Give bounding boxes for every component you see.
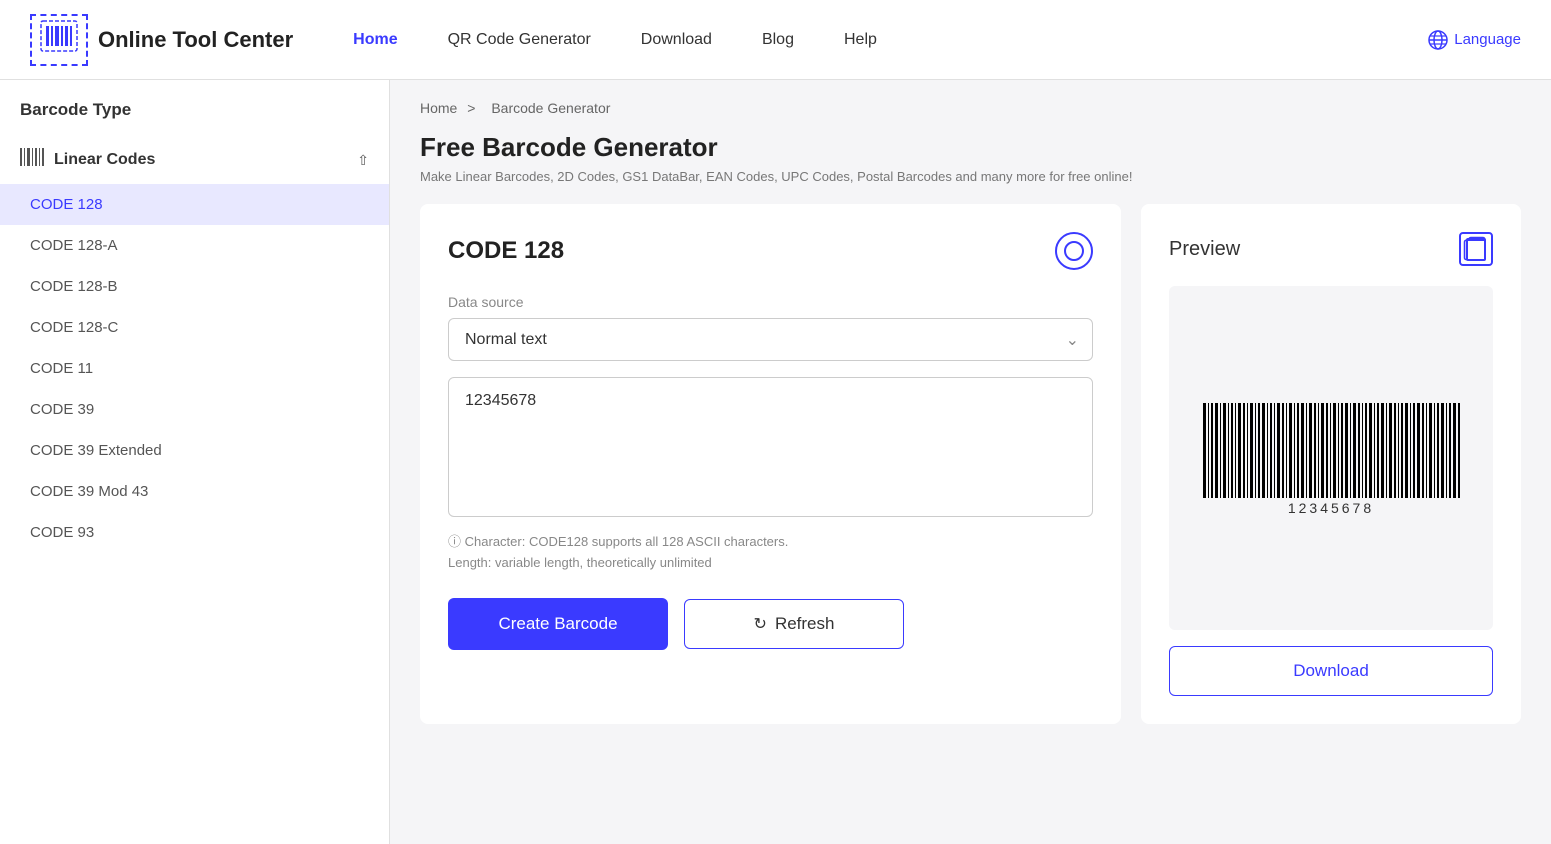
hint-text: ⓘ Character: CODE128 supports all 128 AS…	[448, 532, 1093, 574]
hint-content: Character: CODE128 supports all 128 ASCI…	[448, 534, 788, 570]
barcode-svg: 12345678	[1201, 403, 1461, 513]
refresh-icon: ↻	[754, 614, 767, 634]
globe-icon	[1428, 30, 1448, 50]
sidebar-item-code39mod43[interactable]: CODE 39 Mod 43	[0, 471, 389, 512]
generator-title: CODE 128	[448, 237, 564, 265]
data-source-label: Data source	[448, 294, 1093, 310]
logo: Online Tool Center	[30, 14, 293, 66]
chevron-up-icon: ⇧	[357, 152, 369, 169]
main-content: Home > Barcode Generator Free Barcode Ge…	[390, 80, 1551, 844]
content-row: CODE 128 Data source Normal text Hex Bas…	[420, 204, 1521, 724]
sidebar-item-code128b[interactable]: CODE 128-B	[0, 266, 389, 307]
sidebar-item-code128a[interactable]: CODE 128-A	[0, 225, 389, 266]
main-nav: Home QR Code Generator Download Blog Hel…	[353, 31, 1428, 49]
data-source-select-wrapper: Normal text Hex Base64 ⌄	[448, 318, 1093, 361]
info-button[interactable]	[1055, 232, 1093, 270]
nav-blog[interactable]: Blog	[762, 31, 794, 49]
create-barcode-button[interactable]: Create Barcode	[448, 598, 668, 650]
refresh-button[interactable]: ↻ Refresh	[684, 599, 904, 649]
svg-text:12345678: 12345678	[1288, 500, 1374, 513]
hint-icon: ⓘ	[448, 534, 461, 549]
action-buttons: Create Barcode ↻ Refresh	[448, 598, 1093, 650]
breadcrumb-current: Barcode Generator	[491, 100, 610, 116]
download-button[interactable]: Download	[1169, 646, 1493, 696]
nav-home[interactable]: Home	[353, 31, 397, 49]
page-title: Free Barcode Generator	[420, 132, 1521, 163]
preview-area: 12345678	[1169, 286, 1493, 630]
breadcrumb-home[interactable]: Home	[420, 100, 457, 116]
sidebar-item-code128[interactable]: CODE 128	[0, 184, 389, 225]
preview-header: Preview	[1169, 232, 1493, 266]
barcode-data-input[interactable]: 12345678	[448, 377, 1093, 517]
breadcrumb-separator: >	[467, 100, 475, 116]
nav-download[interactable]: Download	[641, 31, 712, 49]
sidebar-item-code39[interactable]: CODE 39	[0, 389, 389, 430]
logo-text: Online Tool Center	[98, 27, 293, 53]
copy-button[interactable]	[1459, 232, 1493, 266]
barcode-display: 12345678	[1201, 403, 1461, 513]
linear-codes-label: Linear Codes	[54, 151, 155, 169]
sidebar-item-code11[interactable]: CODE 11	[0, 348, 389, 389]
refresh-label: Refresh	[775, 614, 835, 634]
sidebar-title: Barcode Type	[0, 100, 389, 136]
logo-icon	[30, 14, 88, 66]
language-label: Language	[1454, 31, 1521, 48]
generator-header: CODE 128	[448, 232, 1093, 270]
preview-title: Preview	[1169, 238, 1240, 261]
barcode-section-icon	[20, 146, 44, 174]
info-icon	[1064, 241, 1084, 261]
page-layout: Barcode Type Linear Codes ⇧	[0, 80, 1551, 844]
sidebar: Barcode Type Linear Codes ⇧	[0, 80, 390, 844]
header: Online Tool Center Home QR Code Generato…	[0, 0, 1551, 80]
linear-codes-section[interactable]: Linear Codes ⇧	[0, 136, 389, 184]
generator-card: CODE 128 Data source Normal text Hex Bas…	[420, 204, 1121, 724]
page-subtitle: Make Linear Barcodes, 2D Codes, GS1 Data…	[420, 169, 1521, 184]
nav-help[interactable]: Help	[844, 31, 877, 49]
sidebar-item-code128c[interactable]: CODE 128-C	[0, 307, 389, 348]
data-source-select[interactable]: Normal text Hex Base64	[448, 318, 1093, 361]
language-button[interactable]: Language	[1428, 30, 1521, 50]
copy-icon-svg	[1461, 232, 1491, 266]
nav-qr-code[interactable]: QR Code Generator	[448, 31, 591, 49]
preview-card: Preview	[1141, 204, 1521, 724]
breadcrumb: Home > Barcode Generator	[420, 100, 1521, 116]
sidebar-item-code93[interactable]: CODE 93	[0, 512, 389, 553]
sidebar-item-code39extended[interactable]: CODE 39 Extended	[0, 430, 389, 471]
